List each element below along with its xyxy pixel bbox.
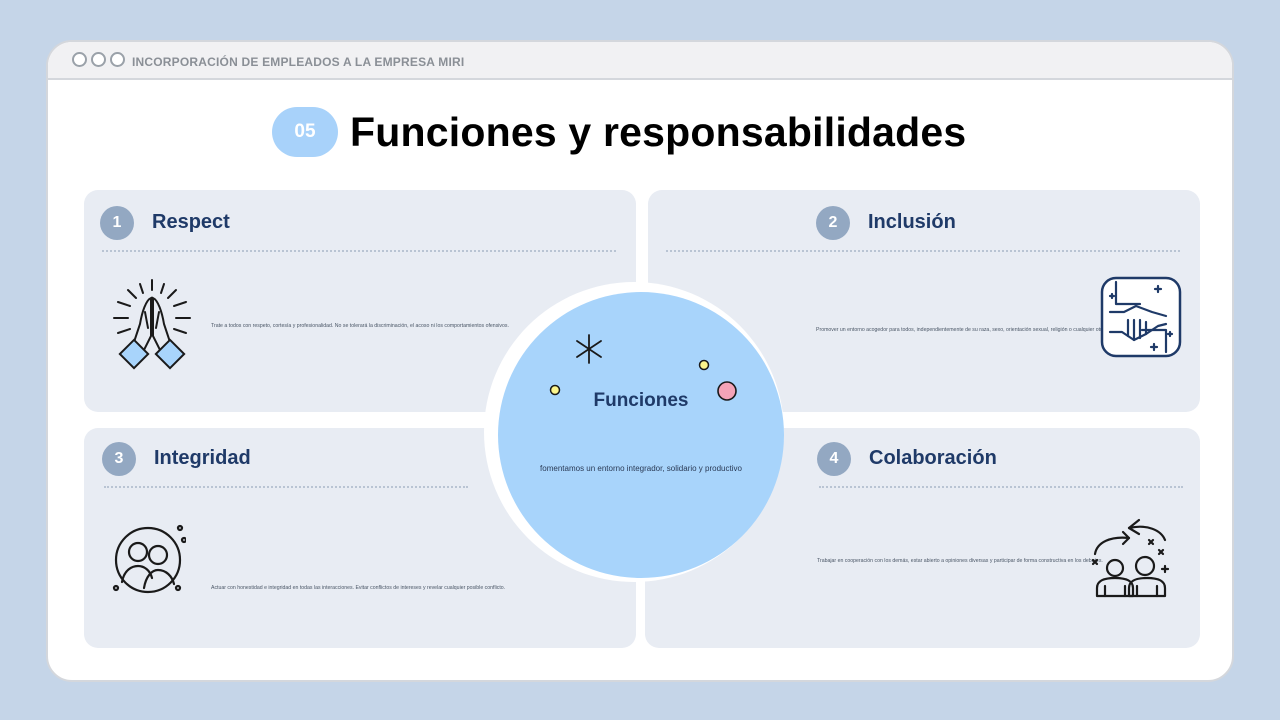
card-number-badge: 1 [100, 206, 134, 240]
page-title: Funciones y responsabilidades [350, 108, 967, 155]
handshake-icon [1100, 276, 1182, 363]
card-description: Actuar con honestidad e integridad en to… [211, 585, 506, 591]
card-number-badge: 3 [102, 442, 136, 476]
card-divider [102, 250, 616, 252]
card-description: Trabajar en cooperación con los demás, e… [817, 558, 1103, 564]
card-number-badge: 2 [816, 206, 850, 240]
card-divider [819, 486, 1183, 488]
card-title: Inclusión [868, 211, 956, 233]
section-number-badge: 05 [272, 107, 338, 157]
card-title: Colaboración [869, 447, 997, 469]
window-title: INCORPORACIÓN DE EMPLEADOS A LA EMPRESA … [132, 55, 465, 69]
window-dot-maximize[interactable] [110, 52, 125, 67]
card-divider [666, 250, 1180, 252]
browser-window: INCORPORACIÓN DE EMPLEADOS A LA EMPRESA … [46, 40, 1234, 682]
window-controls [72, 52, 125, 67]
slide-header: 05 Funciones y responsabilidades [272, 106, 966, 158]
card-title: Integridad [154, 447, 251, 469]
window-dot-minimize[interactable] [91, 52, 106, 67]
team-arrows-icon [1089, 516, 1171, 605]
window-dot-close[interactable] [72, 52, 87, 67]
card-number-badge: 4 [817, 442, 851, 476]
card-description: Trate a todos con respeto, cortesía y pr… [211, 323, 509, 329]
people-circle-icon [112, 522, 188, 601]
yellow-dot-icon [698, 358, 710, 376]
center-circle [498, 292, 784, 578]
card-divider [104, 486, 468, 488]
card-title: Respect [152, 211, 230, 233]
center-description: fomentamos un entorno integrador, solida… [540, 464, 742, 473]
window-titlebar: INCORPORACIÓN DE EMPLEADOS A LA EMPRESA … [48, 42, 1232, 80]
praying-hands-icon [110, 278, 194, 381]
center-title: Funciones [593, 390, 689, 411]
asterisk-sparkle-icon [573, 333, 605, 370]
